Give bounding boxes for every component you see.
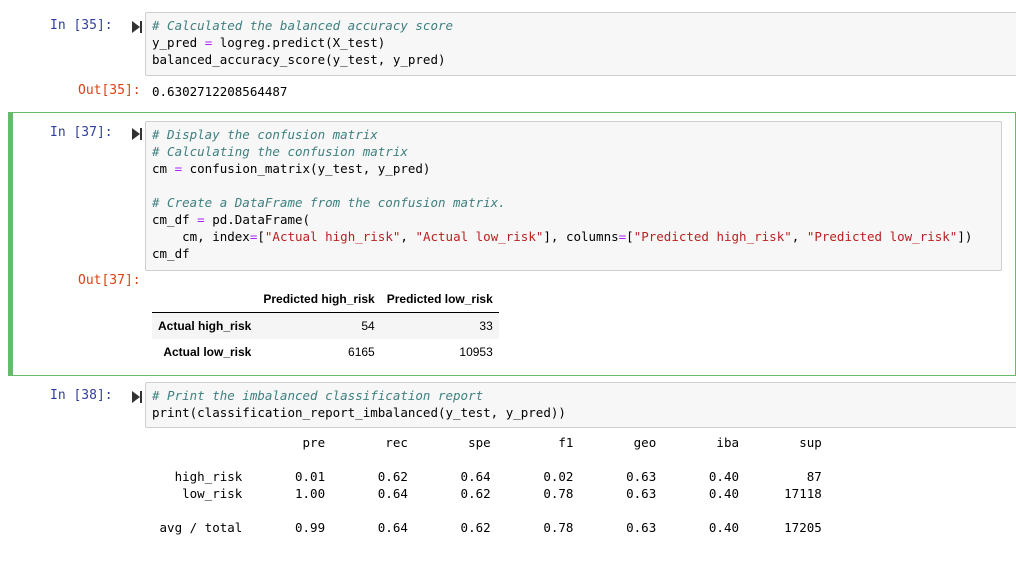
report-line: low_risk 1.00 0.64 0.62 0.78 0.63 0.40 1… <box>152 486 822 501</box>
row-index: Actual low_risk <box>163 345 252 359</box>
code-line[interactable]: y_pred = logreg.predict(X_test) <box>152 34 453 51</box>
report-line: pre rec spe f1 geo iba sup <box>152 435 822 450</box>
code-editor[interactable]: # Calculated the balanced accuracy score… <box>145 12 1016 76</box>
code-line[interactable]: cm = confusion_matrix(y_test, y_pred) <box>152 160 972 177</box>
output-prompt: Out[37]: <box>78 273 141 288</box>
output-prompt: Out[35]: <box>78 83 141 98</box>
run-cell-icon[interactable] <box>130 127 144 141</box>
code-text[interactable]: # Display the confusion matrix # Calculat… <box>152 126 972 262</box>
column-header: Predicted high_risk <box>257 286 381 313</box>
cell-value: 6165 <box>348 345 375 359</box>
code-cell-35[interactable]: In [35]: # Calculated the balanced accur… <box>0 0 1016 110</box>
balanced-accuracy-output: 0.6302712208564487 <box>152 84 288 99</box>
code-text[interactable]: # Calculated the balanced accuracy score… <box>152 17 453 68</box>
code-editor[interactable]: # Display the confusion matrix # Calculat… <box>145 121 1002 271</box>
code-line[interactable]: print(classification_report_imbalanced(y… <box>152 404 566 421</box>
dataframe-row: Actual high_risk 54 33 <box>152 312 499 339</box>
code-text[interactable]: # Print the imbalanced classification re… <box>152 387 566 421</box>
run-cell-icon[interactable] <box>130 390 144 404</box>
input-prompt: In [38]: <box>50 388 113 403</box>
code-editor[interactable]: # Print the imbalanced classification re… <box>145 382 1016 428</box>
code-line[interactable]: # Calculating the confusion matrix <box>152 143 972 160</box>
classification-report-output: pre rec spe f1 geo iba sup high_risk 0.0… <box>152 434 822 536</box>
code-line[interactable]: cm_df <box>152 245 972 262</box>
code-line[interactable]: # Print the imbalanced classification re… <box>152 387 566 404</box>
cell-value: 33 <box>479 319 493 333</box>
row-index: Actual high_risk <box>158 319 252 333</box>
column-header: Predicted low_risk <box>380 286 499 313</box>
index-header <box>152 286 258 313</box>
report-line: high_risk 0.01 0.62 0.64 0.02 0.63 0.40 … <box>152 469 822 484</box>
input-prompt: In [37]: <box>50 125 113 140</box>
code-line[interactable]: # Display the confusion matrix <box>152 126 972 143</box>
cell-value: 10953 <box>459 345 493 359</box>
code-line[interactable]: # Create a DataFrame from the confusion … <box>152 194 972 211</box>
code-line[interactable]: # Calculated the balanced accuracy score <box>152 17 453 34</box>
dataframe-header-row: Predicted high_risk Predicted low_risk <box>152 286 499 313</box>
report-line: avg / total 0.99 0.64 0.62 0.78 0.63 0.4… <box>152 520 822 535</box>
run-cell-icon[interactable] <box>130 20 144 34</box>
cell-value: 54 <box>361 319 375 333</box>
code-line[interactable]: cm_df = pd.DataFrame( <box>152 211 972 228</box>
input-prompt: In [35]: <box>50 18 113 33</box>
report-line <box>152 451 822 468</box>
confusion-matrix-dataframe: Predicted high_risk Predicted low_risk A… <box>152 286 499 365</box>
code-line[interactable] <box>152 177 972 194</box>
code-line[interactable]: balanced_accuracy_score(y_test, y_pred) <box>152 51 453 68</box>
code-line[interactable]: cm, index=["Actual high_risk", "Actual l… <box>152 228 972 245</box>
report-line <box>152 502 822 519</box>
dataframe-row: Actual low_risk 6165 10953 <box>152 339 499 365</box>
